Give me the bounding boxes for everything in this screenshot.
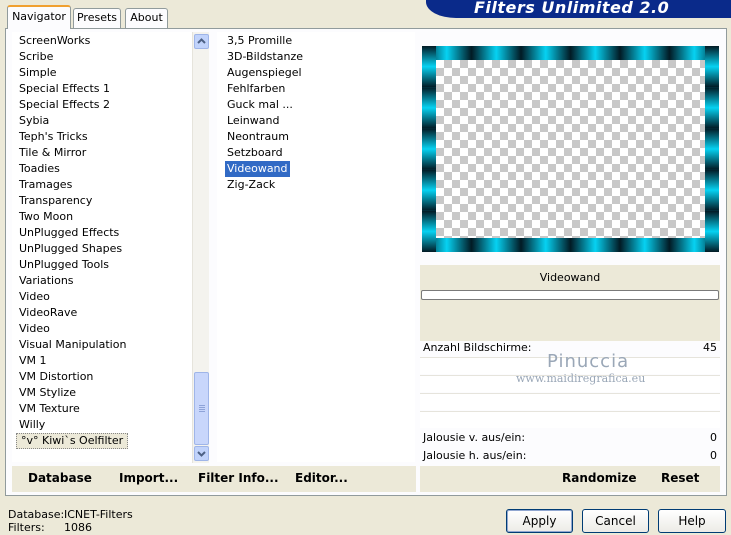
filter-item[interactable]: Zig-Zack <box>227 177 275 193</box>
transparent-preview-area <box>436 60 705 238</box>
category-item[interactable]: VM 1 <box>19 353 47 369</box>
category-item[interactable]: UnPlugged Tools <box>19 257 109 273</box>
category-item[interactable]: Variations <box>19 273 74 289</box>
tab-presets-label: Presets <box>76 11 118 24</box>
cancel-button[interactable]: Cancel <box>582 509 649 533</box>
progress-bar <box>421 290 719 300</box>
help-button[interactable]: Help <box>658 509 726 533</box>
chevron-up-icon <box>197 38 206 44</box>
filter-item[interactable]: Leinwand <box>227 113 279 129</box>
filter-preview <box>422 46 719 252</box>
category-scrollbar[interactable] <box>192 32 209 463</box>
status-filters-label: Filters: <box>8 521 45 534</box>
param-value: 45 <box>703 341 717 354</box>
status-database: Database: ICNET-Filters <box>8 508 133 521</box>
chevron-down-icon <box>197 451 206 457</box>
category-item[interactable]: Tramages <box>19 177 72 193</box>
param-label: Jalousie v. aus/ein: <box>423 431 526 444</box>
filter-item-selected[interactable]: Videowand <box>225 161 290 177</box>
param-slot-empty <box>420 411 720 428</box>
filter-item[interactable]: 3,5 Promille <box>227 33 292 49</box>
editor-button[interactable]: Editor... <box>295 471 348 485</box>
category-item[interactable]: ScreenWorks <box>19 33 90 49</box>
category-item[interactable]: VM Texture <box>19 401 80 417</box>
status-database-label: Database: <box>8 508 65 521</box>
filter-list[interactable]: 3,5 Promille 3D-Bildstanze Augenspiegel … <box>217 32 415 462</box>
param-label: Anzahl Bildschirme: <box>423 341 532 354</box>
filter-info-button[interactable]: Filter Info... <box>198 471 279 485</box>
filter-item[interactable]: Augenspiegel <box>227 65 302 81</box>
param-value: 0 <box>710 431 717 444</box>
category-item-selected[interactable]: °v° Kiwi`s Oelfilter <box>16 433 129 449</box>
import-button[interactable]: Import... <box>119 471 178 485</box>
tab-about[interactable]: About <box>125 8 168 28</box>
category-item[interactable]: Teph's Tricks <box>19 129 88 145</box>
param-slot-empty <box>420 393 720 410</box>
status-filters-value: 1086 <box>64 521 92 534</box>
scroll-thumb[interactable] <box>194 372 209 445</box>
filter-item[interactable]: 3D-Bildstanze <box>227 49 303 65</box>
category-item[interactable]: VM Stylize <box>19 385 76 401</box>
category-item[interactable]: VideoRave <box>19 305 77 321</box>
app-title-banner: Filters Unlimited 2.0 <box>426 0 731 18</box>
status-filters: Filters: 1086 <box>8 521 92 534</box>
filter-item[interactable]: Fehlfarben <box>227 81 285 97</box>
category-item[interactable]: Tile & Mirror <box>19 145 86 161</box>
category-item[interactable]: Visual Manipulation <box>19 337 126 353</box>
category-item[interactable]: Two Moon <box>19 209 73 225</box>
selected-filter-name: Videowand <box>539 271 601 284</box>
apply-button[interactable]: Apply <box>506 509 573 533</box>
status-database-value: ICNET-Filters <box>64 508 133 521</box>
category-item[interactable]: Video <box>19 321 50 337</box>
param-value: 0 <box>710 449 717 462</box>
tab-navigator-label: Navigator <box>12 10 66 23</box>
category-item[interactable]: Willy <box>19 417 45 433</box>
category-item[interactable]: UnPlugged Effects <box>19 225 119 241</box>
category-item[interactable]: Sybia <box>19 113 49 129</box>
category-item[interactable]: Special Effects 1 <box>19 81 110 97</box>
category-item[interactable]: Simple <box>19 65 57 81</box>
category-item[interactable]: Transparency <box>19 193 92 209</box>
tab-presets[interactable]: Presets <box>73 8 121 28</box>
param-jalousie-h[interactable]: Jalousie h. aus/ein: 0 <box>420 447 720 464</box>
reset-button[interactable]: Reset <box>661 471 699 485</box>
tab-about-label: About <box>130 11 163 24</box>
randomize-button[interactable]: Randomize <box>562 471 636 485</box>
tab-navigator[interactable]: Navigator <box>7 5 71 29</box>
filter-item[interactable]: Setzboard <box>227 145 283 161</box>
scroll-down-button[interactable] <box>194 446 209 461</box>
param-label: Jalousie h. aus/ein: <box>423 449 527 462</box>
watermark-url: www.maidiregrafica.eu <box>516 372 646 385</box>
category-list[interactable]: ScreenWorks Scribe Simple Special Effect… <box>12 32 193 462</box>
database-button[interactable]: Database <box>28 471 92 485</box>
category-item[interactable]: Scribe <box>19 49 53 65</box>
param-header <box>420 321 720 341</box>
category-item[interactable]: VM Distortion <box>19 369 93 385</box>
category-item[interactable]: Toadies <box>19 161 60 177</box>
filter-item[interactable]: Guck mal ... <box>227 97 293 113</box>
category-item[interactable]: UnPlugged Shapes <box>19 241 122 257</box>
category-item[interactable]: Video <box>19 289 50 305</box>
app-title: Filters Unlimited 2.0 <box>474 0 670 17</box>
param-jalousie-v[interactable]: Jalousie v. aus/ein: 0 <box>420 429 720 446</box>
watermark-name: Pinuccia <box>547 351 630 372</box>
scroll-up-button[interactable] <box>194 34 209 49</box>
category-item[interactable]: Special Effects 2 <box>19 97 110 113</box>
filter-item[interactable]: Neontraum <box>227 129 289 145</box>
